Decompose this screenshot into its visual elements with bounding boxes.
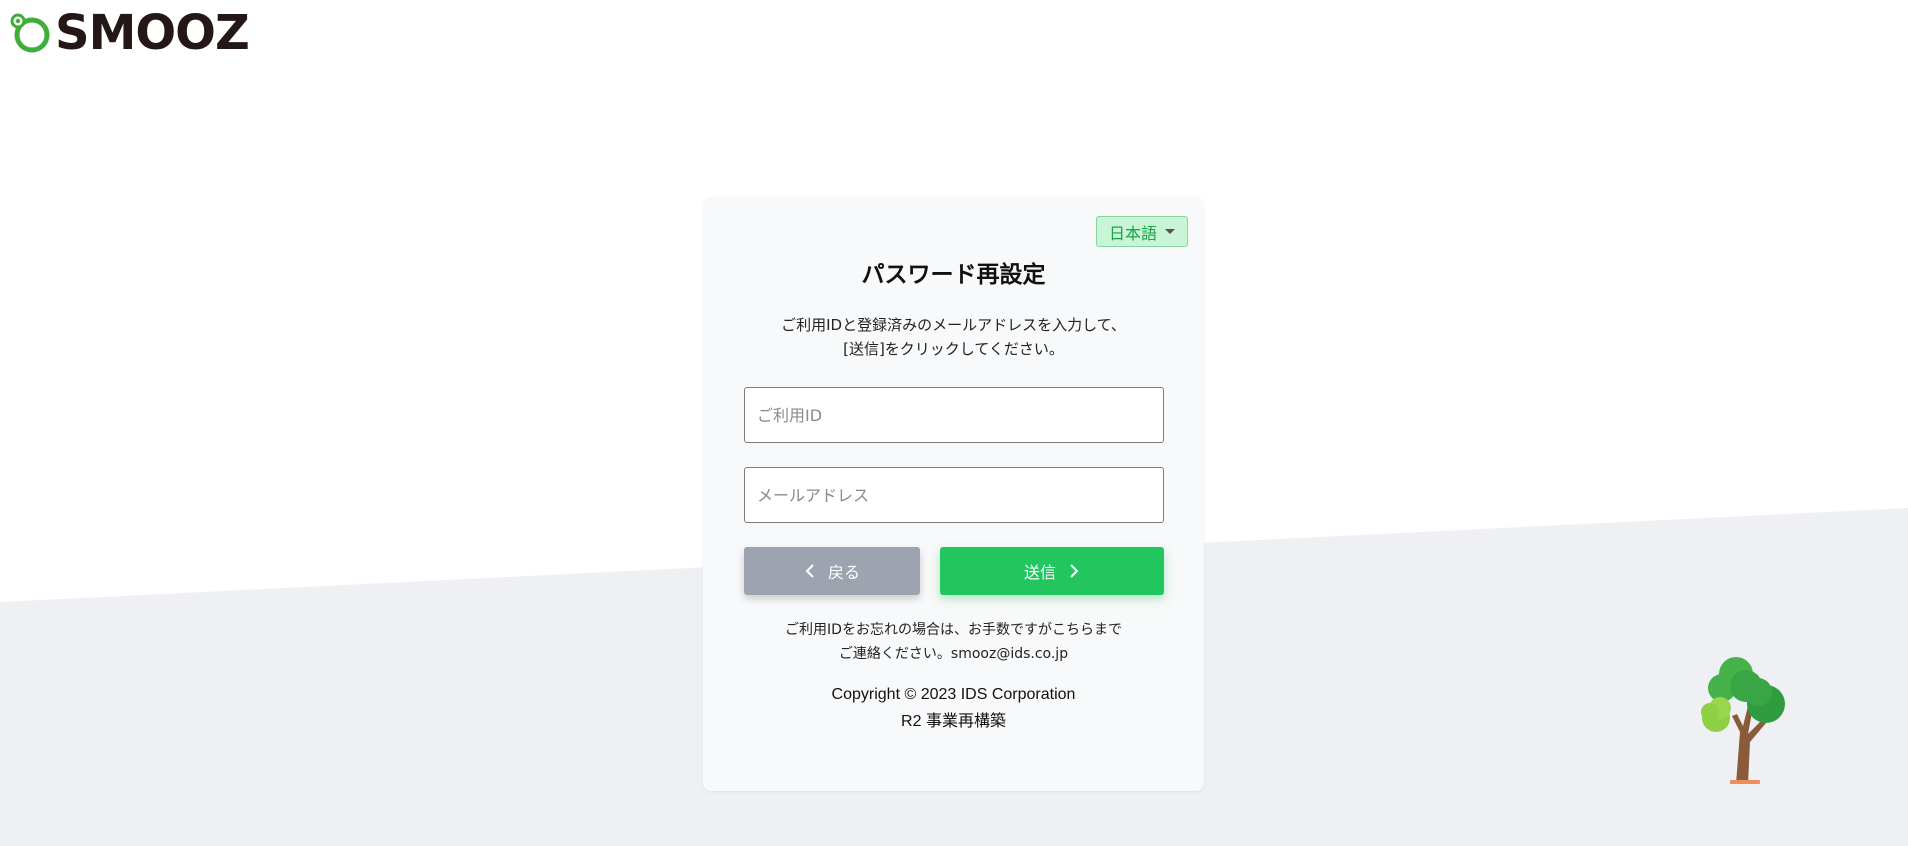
footer: Copyright © 2023 IDS Corporation R2 事業再構… [703,681,1204,735]
version-label: R2 事業再構築 [901,713,1006,730]
forgot-id-note-line-2: ご連絡ください。smooz@ids.co.jp [838,646,1069,662]
language-selector[interactable]: 日本語 [1095,216,1188,247]
tree-illustration-icon [1701,657,1785,784]
send-button-label: 送信 [1023,563,1056,582]
brand-name: SMOOZ [55,5,250,61]
back-button[interactable]: 戻る [744,547,920,595]
chevron-right-icon [1070,564,1079,578]
brand-logo[interactable]: SMOOZ [9,5,250,61]
page-title: パスワード再設定 [861,262,1046,288]
instructions-line-2: [送信]をクリックしてください。 [843,340,1064,358]
language-label: 日本語 [1108,225,1157,243]
instructions: ご利用IDと登録済みのメールアドレスを入力して、 [送信]をクリックしてください… [703,313,1204,361]
email-input[interactable] [744,467,1164,523]
smooz-logo-icon [10,13,50,53]
copyright: Copyright © 2023 IDS Corporation [831,686,1076,703]
page: SMOOZ 日本語 パスワード再設定 ご利用IDと登録済みのメールアドレスを入力… [0,0,1908,846]
forgot-id-note-line-1: ご利用IDをお忘れの場合は、お手数ですがこちらまで [785,622,1122,638]
send-button[interactable]: 送信 [940,547,1164,595]
instructions-line-1: ご利用IDと登録済みのメールアドレスを入力して、 [781,316,1126,334]
back-button-label: 戻る [827,563,860,582]
chevron-left-icon [805,564,814,578]
chevron-down-icon [1165,229,1175,234]
reset-password-card: 日本語 パスワード再設定 ご利用IDと登録済みのメールアドレスを入力して、 [送… [703,197,1204,791]
user-id-input[interactable] [744,387,1164,443]
forgot-id-note: ご利用IDをお忘れの場合は、お手数ですがこちらまで ご連絡ください。smooz@… [703,618,1204,666]
